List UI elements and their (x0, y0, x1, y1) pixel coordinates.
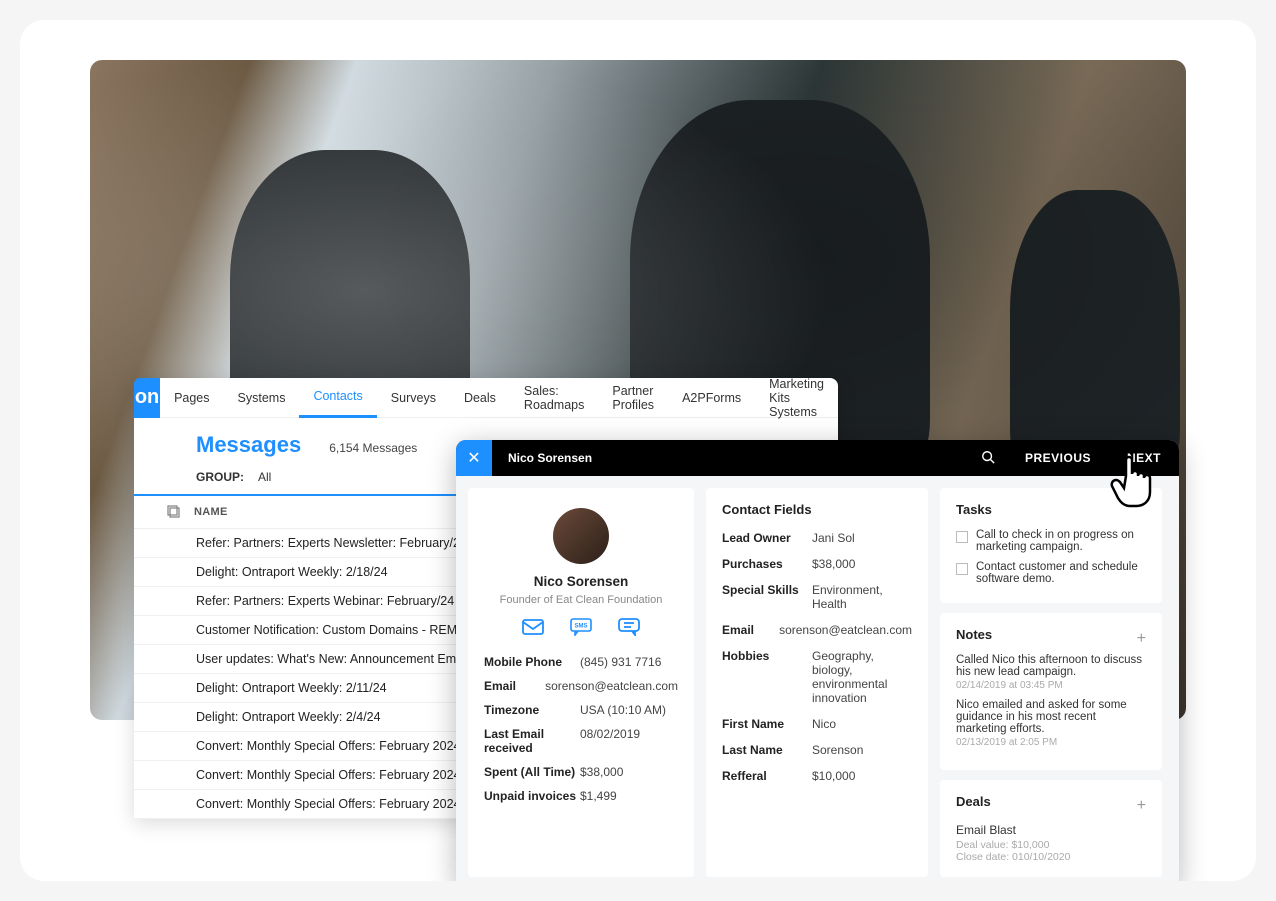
contact-detail-panel: ✕ Nico Sorensen PREVIOUS NEXT Nico Soren… (456, 440, 1179, 881)
profile-name: Nico Sorensen (484, 574, 678, 589)
tab-partner-profiles[interactable]: Partner Profiles (598, 378, 668, 418)
deal-item-title[interactable]: Email Blast (956, 823, 1146, 837)
field-value: $1,499 (580, 789, 678, 803)
field-value: Nico (812, 717, 912, 731)
tab-systems[interactable]: Systems (224, 378, 300, 418)
messages-count: 6,154 Messages (329, 441, 417, 455)
task-text: Contact customer and schedule software d… (976, 561, 1146, 585)
deal-close-date: Close date: 010/10/2020 (956, 851, 1146, 863)
field-value: $38,000 (812, 557, 912, 571)
email-icon[interactable] (522, 618, 544, 636)
field-label: Hobbies (722, 649, 812, 705)
avatar (553, 508, 609, 564)
field-value: sorenson@eatclean.com (779, 623, 912, 637)
field-value: sorenson@eatclean.com (545, 679, 678, 693)
copy-icon[interactable] (154, 504, 194, 520)
field-label: Lead Owner (722, 531, 812, 545)
tab-deals[interactable]: Deals (450, 378, 510, 418)
group-value[interactable]: All (258, 470, 271, 484)
column-name[interactable]: NAME (194, 506, 228, 518)
next-button[interactable]: NEXT (1109, 451, 1179, 465)
field-label: Email (484, 679, 545, 693)
field-label: Purchases (722, 557, 812, 571)
field-label: Last Name (722, 743, 812, 757)
add-note-button[interactable]: + (1137, 630, 1146, 648)
field-value: Jani Sol (812, 531, 912, 545)
field-value: Geography, biology, environmental innova… (812, 649, 912, 705)
tab-contacts[interactable]: Contacts (299, 378, 376, 418)
field-value: Sorenson (812, 743, 912, 757)
detail-contact-name: Nico Sorensen (492, 451, 608, 465)
group-label: GROUP: (196, 470, 244, 484)
field-value: (845) 931 7716 (580, 655, 678, 669)
top-nav: on PagesSystemsContactsSurveysDealsSales… (134, 378, 838, 418)
field-label: Spent (All Time) (484, 765, 580, 779)
tab-sales-roadmaps[interactable]: Sales: Roadmaps (510, 378, 598, 418)
field-label: Refferal (722, 769, 812, 783)
deals-title: Deals (956, 794, 991, 809)
field-label: Special Skills (722, 583, 812, 611)
profile-subtitle: Founder of Eat Clean Foundation (484, 594, 678, 606)
task-checkbox[interactable] (956, 563, 968, 575)
note-text: Nico emailed and asked for some guidance… (956, 699, 1146, 735)
note-date: 02/13/2019 at 2:05 PM (956, 737, 1146, 748)
field-value: $10,000 (812, 769, 912, 783)
field-label: Mobile Phone (484, 655, 580, 669)
app-logo: on (134, 378, 160, 418)
detail-topbar: ✕ Nico Sorensen PREVIOUS NEXT (456, 440, 1179, 476)
note-text: Called Nico this afternoon to discuss hi… (956, 654, 1146, 678)
tasks-title: Tasks (956, 502, 1146, 517)
field-label: Email (722, 623, 779, 637)
task-item: Contact customer and schedule software d… (956, 557, 1146, 589)
deals-card: Deals + Email Blast Deal value: $10,000 … (940, 780, 1162, 877)
previous-button[interactable]: PREVIOUS (1007, 451, 1109, 465)
notes-title: Notes (956, 627, 992, 642)
field-label: Unpaid invoices (484, 789, 580, 803)
field-value: Environment, Health (812, 583, 912, 611)
field-label: First Name (722, 717, 812, 731)
svg-text:SMS: SMS (574, 624, 587, 630)
messages-title: Messages (196, 432, 301, 458)
task-checkbox[interactable] (956, 531, 968, 543)
deal-value: Deal value: $10,000 (956, 839, 1146, 851)
close-button[interactable]: ✕ (456, 440, 492, 476)
profile-card: Nico Sorensen Founder of Eat Clean Found… (468, 488, 694, 877)
chat-icon[interactable] (618, 618, 640, 636)
field-value: USA (10:10 AM) (580, 703, 678, 717)
note-date: 02/14/2019 at 03:45 PM (956, 680, 1146, 691)
search-icon[interactable] (969, 450, 1007, 467)
tab-surveys[interactable]: Surveys (377, 378, 450, 418)
tasks-card: Tasks Call to check in on progress on ma… (940, 488, 1162, 603)
field-value: 08/02/2019 (580, 727, 678, 755)
sms-icon[interactable]: SMS (570, 618, 592, 636)
field-value: $38,000 (580, 765, 678, 779)
task-item: Call to check in on progress on marketin… (956, 525, 1146, 557)
task-text: Call to check in on progress on marketin… (976, 529, 1146, 553)
tab-marketing-kits-systems[interactable]: Marketing Kits Systems (755, 378, 838, 418)
tab-a2pforms[interactable]: A2PForms (668, 378, 755, 418)
notes-card: Notes + Called Nico this afternoon to di… (940, 613, 1162, 770)
contact-fields-card: Contact Fields Lead OwnerJani SolPurchas… (706, 488, 928, 877)
tab-pages[interactable]: Pages (160, 378, 223, 418)
add-deal-button[interactable]: + (1137, 797, 1146, 815)
field-label: Timezone (484, 703, 580, 717)
contact-fields-title: Contact Fields (722, 502, 912, 517)
field-label: Last Email received (484, 727, 580, 755)
